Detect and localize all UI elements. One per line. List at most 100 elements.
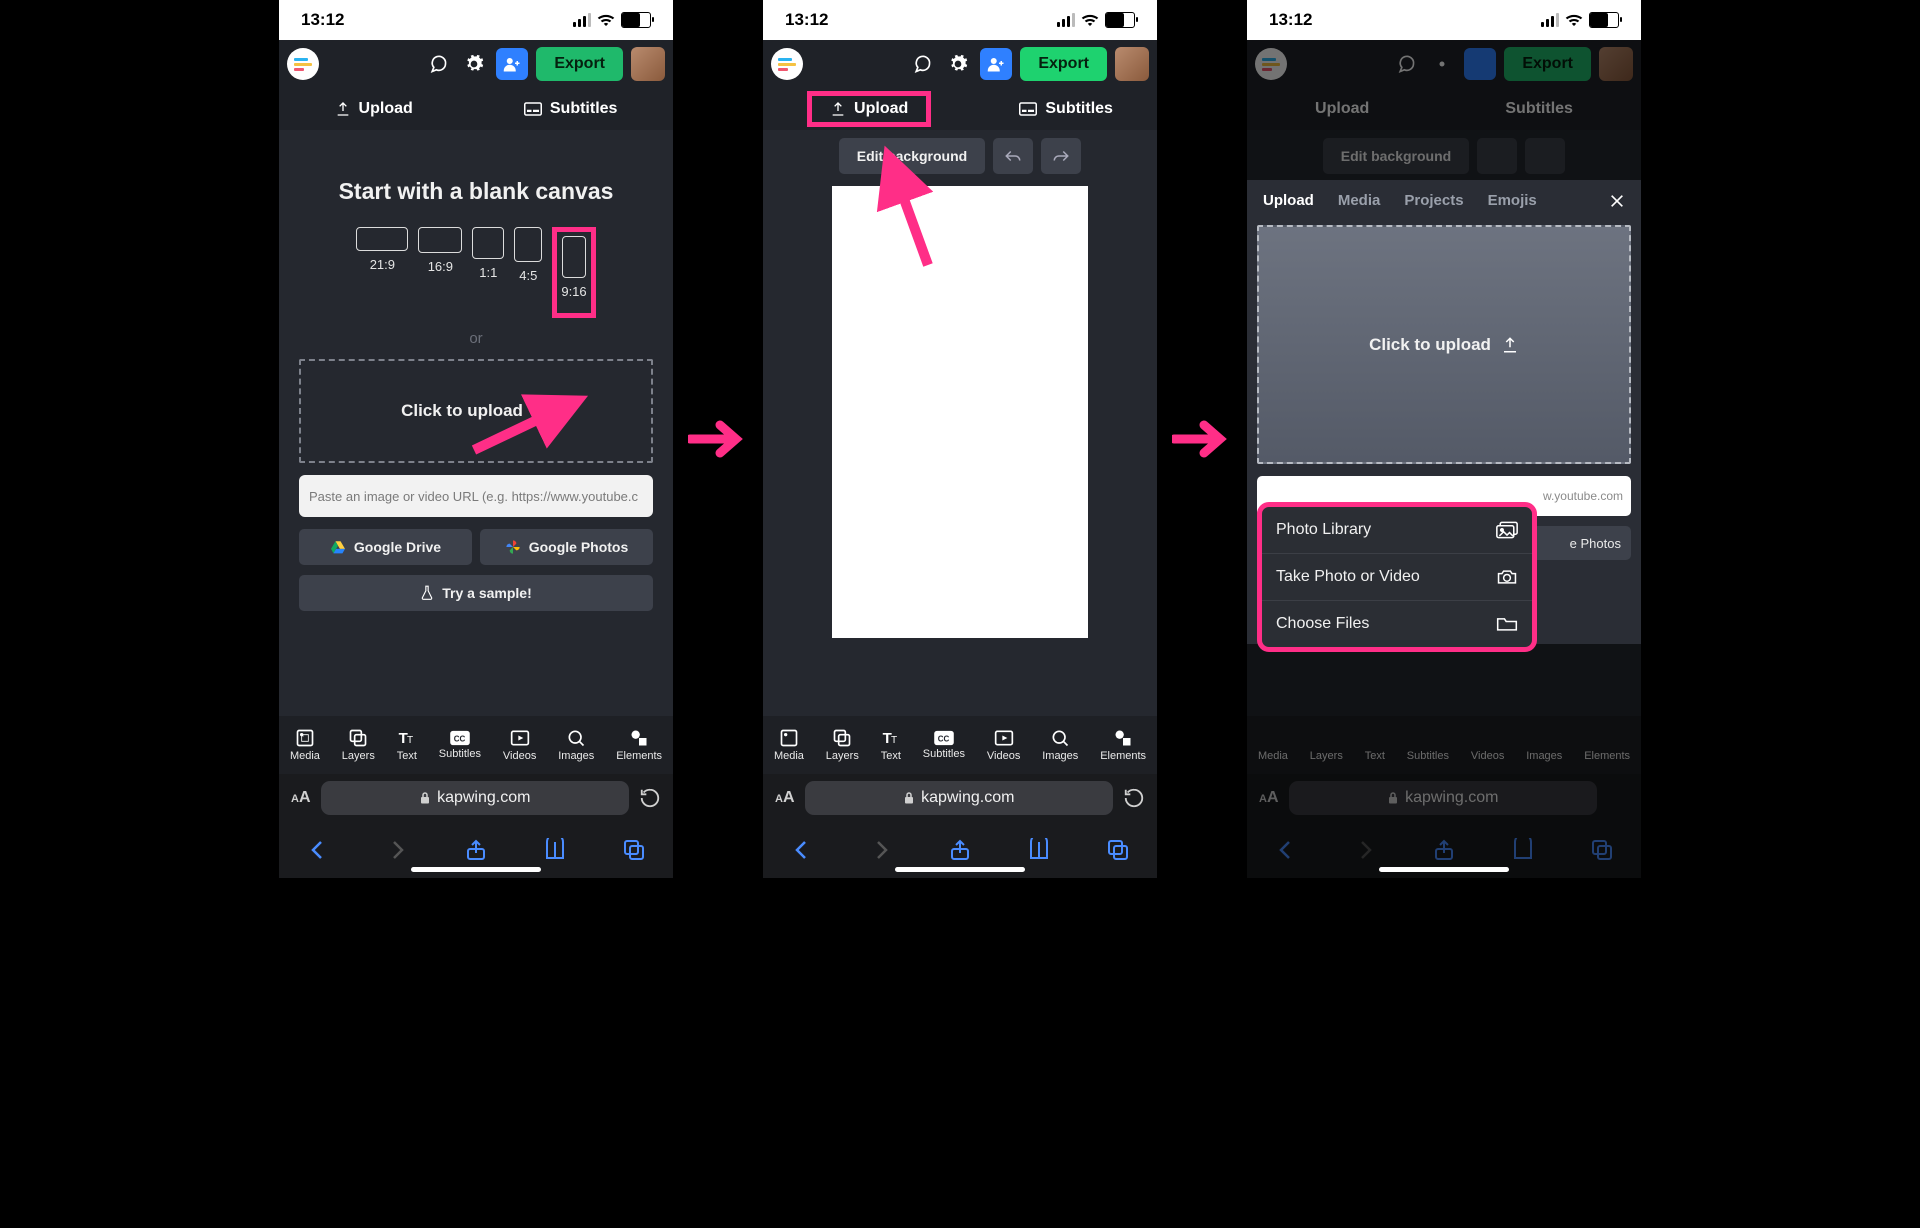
- nav-text: Text: [1365, 728, 1385, 762]
- app-logo[interactable]: [287, 48, 319, 80]
- tab-upload[interactable]: Upload: [830, 100, 908, 118]
- url-input[interactable]: Paste an image or video URL (e.g. https:…: [299, 475, 653, 517]
- edit-background-button[interactable]: Edit background: [839, 138, 985, 174]
- safari-url-bar: AA kapwing.com: [763, 774, 1157, 822]
- action-choose-files[interactable]: Choose Files: [1262, 601, 1532, 647]
- export-button[interactable]: Export: [1020, 47, 1107, 81]
- action-photo-library[interactable]: Photo Library: [1262, 507, 1532, 554]
- bookmarks-icon[interactable]: [1027, 838, 1051, 862]
- nav-media[interactable]: Media: [290, 728, 320, 762]
- redo-button[interactable]: [1041, 138, 1081, 174]
- url-field[interactable]: kapwing.com: [805, 781, 1113, 815]
- phone-screen-2: 13:12 Export Upload: [763, 0, 1157, 878]
- home-indicator[interactable]: [895, 867, 1025, 872]
- signal-icon: [573, 13, 591, 27]
- add-user-button[interactable]: [496, 48, 528, 80]
- nav-subtitles[interactable]: CCSubtitles: [923, 730, 965, 760]
- or-divider: or: [279, 330, 673, 347]
- wifi-icon: [1565, 13, 1583, 27]
- nav-images[interactable]: Images: [558, 728, 594, 762]
- lock-icon: [419, 791, 431, 805]
- reload-icon[interactable]: [1123, 787, 1145, 809]
- reload-icon[interactable]: [639, 787, 661, 809]
- add-user-button[interactable]: [980, 48, 1012, 80]
- panel-tab-media[interactable]: Media: [1338, 192, 1381, 209]
- signal-icon: [1057, 13, 1075, 27]
- ratio-16-9[interactable]: 16:9: [418, 227, 462, 318]
- export-button[interactable]: Export: [536, 47, 623, 81]
- ratio-4-5[interactable]: 4:5: [514, 227, 542, 318]
- text-size-button[interactable]: AA: [291, 789, 311, 807]
- svg-text:T: T: [407, 735, 413, 746]
- blank-canvas[interactable]: [832, 186, 1088, 638]
- forward-icon: [869, 838, 893, 862]
- bookmarks-icon[interactable]: [543, 838, 567, 862]
- nav-subtitles[interactable]: CCSubtitles: [439, 730, 481, 760]
- nav-text[interactable]: TTText: [881, 728, 901, 762]
- tabs-icon[interactable]: [1106, 838, 1130, 862]
- try-sample-button[interactable]: Try a sample!: [299, 575, 653, 611]
- app-logo[interactable]: [771, 48, 803, 80]
- panel-tab-emojis[interactable]: Emojis: [1488, 192, 1537, 209]
- action-sheet: Photo Library Take Photo or Video Choose…: [1257, 502, 1537, 652]
- back-icon[interactable]: [306, 838, 330, 862]
- text-size-button[interactable]: AA: [775, 789, 795, 807]
- tabs-icon[interactable]: [622, 838, 646, 862]
- safari-url-bar: AA kapwing.com: [279, 774, 673, 822]
- ratio-1-1[interactable]: 1:1: [472, 227, 504, 318]
- battery-icon: [1105, 12, 1135, 28]
- back-icon[interactable]: [790, 838, 814, 862]
- ratio-21-9[interactable]: 21:9: [356, 227, 408, 318]
- google-photos-button[interactable]: Google Photos: [480, 529, 653, 565]
- status-time: 13:12: [1269, 10, 1312, 30]
- nav-elements[interactable]: Elements: [616, 728, 662, 762]
- nav-elements[interactable]: Elements: [1100, 728, 1146, 762]
- nav-media[interactable]: Media: [774, 728, 804, 762]
- gear-icon[interactable]: [460, 50, 488, 78]
- tab-upload[interactable]: Upload: [335, 100, 413, 118]
- export-button: Export: [1504, 47, 1591, 81]
- home-indicator[interactable]: [411, 867, 541, 872]
- avatar[interactable]: [1115, 47, 1149, 81]
- upload-dropzone-large[interactable]: Click to upload: [1257, 225, 1631, 464]
- url-field[interactable]: kapwing.com: [321, 781, 629, 815]
- nav-videos[interactable]: Videos: [503, 728, 536, 762]
- home-indicator[interactable]: [1379, 867, 1509, 872]
- action-take-photo[interactable]: Take Photo or Video: [1262, 554, 1532, 601]
- share-icon[interactable]: [464, 838, 488, 862]
- chat-icon[interactable]: [424, 50, 452, 78]
- nav-text[interactable]: TTText: [397, 728, 417, 762]
- wifi-icon: [597, 13, 615, 27]
- tab-subtitles[interactable]: Subtitles: [1019, 100, 1113, 118]
- status-bar: 13:12: [279, 0, 673, 40]
- nav-images[interactable]: Images: [1042, 728, 1078, 762]
- tab-subtitles-label: Subtitles: [550, 100, 618, 118]
- phone-screen-3: 13:12 Export Upload: [1247, 0, 1641, 878]
- google-drive-button[interactable]: Google Drive: [299, 529, 472, 565]
- tab-subtitles[interactable]: Subtitles: [524, 100, 618, 118]
- undo-button[interactable]: [993, 138, 1033, 174]
- upload-icon: [830, 101, 846, 117]
- gear-icon[interactable]: [944, 50, 972, 78]
- reload-icon: [1607, 787, 1629, 809]
- panel-tab-projects[interactable]: Projects: [1404, 192, 1463, 209]
- app-topbar: Export: [763, 40, 1157, 88]
- nav-layers[interactable]: Layers: [826, 728, 859, 762]
- wifi-icon: [1081, 13, 1099, 27]
- nav-layers: Layers: [1310, 728, 1343, 762]
- status-time: 13:12: [301, 10, 344, 30]
- chat-icon[interactable]: [908, 50, 936, 78]
- step-arrow-1: [673, 0, 763, 878]
- content-area: Start with a blank canvas 21:9 16:9 1:1 …: [279, 130, 673, 716]
- nav-elements: Elements: [1584, 728, 1630, 762]
- nav-images: Images: [1526, 728, 1562, 762]
- nav-videos[interactable]: Videos: [987, 728, 1020, 762]
- share-icon[interactable]: [948, 838, 972, 862]
- ratio-9-16[interactable]: 9:16: [561, 236, 586, 299]
- nav-layers[interactable]: Layers: [342, 728, 375, 762]
- close-icon[interactable]: [1609, 193, 1625, 209]
- battery-icon: [1589, 12, 1619, 28]
- upload-dropzone[interactable]: Click to upload: [299, 359, 653, 463]
- avatar[interactable]: [631, 47, 665, 81]
- panel-tab-upload[interactable]: Upload: [1263, 192, 1314, 209]
